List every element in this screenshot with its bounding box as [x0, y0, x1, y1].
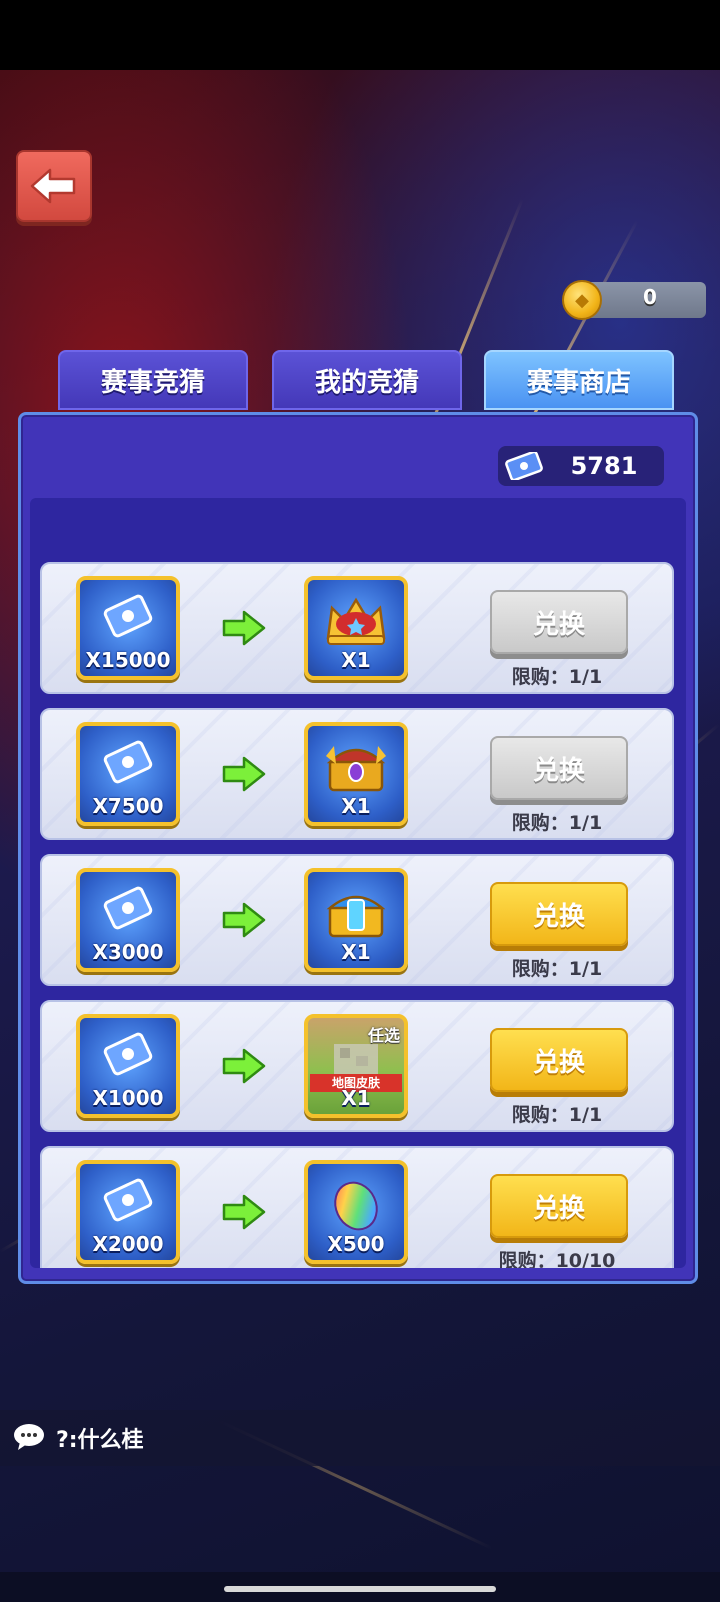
purchase-limit: 限购：10/10 — [498, 1250, 616, 1268]
cost-quantity: X1000 — [92, 1086, 164, 1110]
shop-item-row: X1000 任选 地图皮肤 X1 兑换 限购：1/1 — [40, 1000, 674, 1132]
shop-item-row: X15000 X1 兑换 限购：1/1 — [40, 562, 674, 694]
cost-box: X1000 — [76, 1014, 180, 1118]
reward-box: X1 — [304, 868, 408, 972]
tab-match-shop[interactable]: 赛事商店 — [484, 350, 674, 410]
chat-bubble-icon[interactable] — [12, 1422, 46, 1452]
reward-quantity: X1 — [341, 940, 371, 964]
cost-box: X7500 — [76, 722, 180, 826]
redeem-button[interactable]: 兑换 — [490, 1174, 628, 1238]
status-bar — [0, 0, 720, 70]
crown-icon — [326, 597, 386, 645]
shop-item-row: X2000 X500 兑换 限购：10/10 — [40, 1146, 674, 1268]
arrow-right-icon — [222, 902, 266, 938]
reward-box: X500 — [304, 1160, 408, 1264]
cost-box: X2000 — [76, 1160, 180, 1264]
shop-item-row: X3000 X1 兑换 限购：1/1 — [40, 854, 674, 986]
gold-chest-icon — [326, 746, 386, 792]
ticket-icon — [103, 1032, 153, 1076]
cost-box: X3000 — [76, 868, 180, 972]
purchase-limit: 限购：1/1 — [511, 1104, 603, 1126]
back-arrow-icon — [30, 168, 76, 204]
reward-box: X1 — [304, 576, 408, 680]
cost-quantity: X3000 — [92, 940, 164, 964]
chat-message: ?:什么桂 — [56, 1428, 144, 1453]
tab-match-guess[interactable]: 赛事竞猜 — [58, 350, 248, 410]
coin-balance: 0 — [643, 285, 657, 309]
arrow-right-icon — [222, 610, 266, 646]
redeem-button[interactable]: 兑换 — [490, 1028, 628, 1092]
tab-my-guess[interactable]: 我的竞猜 — [272, 350, 462, 410]
cost-quantity: X2000 — [92, 1232, 164, 1256]
ticket-icon — [505, 452, 543, 480]
back-button[interactable] — [16, 150, 92, 222]
redeem-button[interactable]: 兑换 — [490, 736, 628, 800]
reward-quantity: X1 — [341, 794, 371, 818]
purchase-limit: 限购：1/1 — [511, 666, 603, 688]
reward-box: 任选 地图皮肤 X1 — [304, 1014, 408, 1118]
rainbow-bean-icon — [334, 1181, 378, 1231]
reward-quantity: X500 — [327, 1232, 385, 1256]
home-indicator[interactable] — [224, 1586, 496, 1592]
purchase-limit: 限购：1/1 — [511, 812, 603, 834]
ticket-icon — [103, 594, 153, 638]
arrow-right-icon — [222, 1194, 266, 1230]
optional-tag: 任选 — [367, 1026, 400, 1045]
shop-item-list[interactable]: X15000 X1 兑换 限购：1/1 X7500 X1 兑换 限购：1/1 X… — [30, 498, 686, 1268]
redeem-button[interactable]: 兑换 — [490, 882, 628, 946]
reward-quantity: X1 — [341, 1086, 371, 1110]
reward-box: X1 — [304, 722, 408, 826]
cost-quantity: X7500 — [92, 794, 164, 818]
ticket-icon — [103, 1178, 153, 1222]
blue-chest-icon — [326, 895, 386, 938]
ticket-icon — [103, 886, 153, 930]
ticket-icon — [103, 740, 153, 784]
redeem-button[interactable]: 兑换 — [490, 590, 628, 654]
purchase-limit: 限购：1/1 — [511, 958, 603, 980]
ticket-balance: 5781 — [498, 446, 664, 486]
reward-quantity: X1 — [341, 648, 371, 672]
cost-box: X15000 — [76, 576, 180, 680]
arrow-right-icon — [222, 1048, 266, 1084]
cost-quantity: X15000 — [85, 648, 171, 672]
gold-coin-icon: ◆ — [562, 280, 602, 320]
arrow-right-icon — [222, 756, 266, 792]
ticket-balance-value: 5781 — [570, 452, 638, 480]
shop-item-row: X7500 X1 兑换 限购：1/1 — [40, 708, 674, 840]
